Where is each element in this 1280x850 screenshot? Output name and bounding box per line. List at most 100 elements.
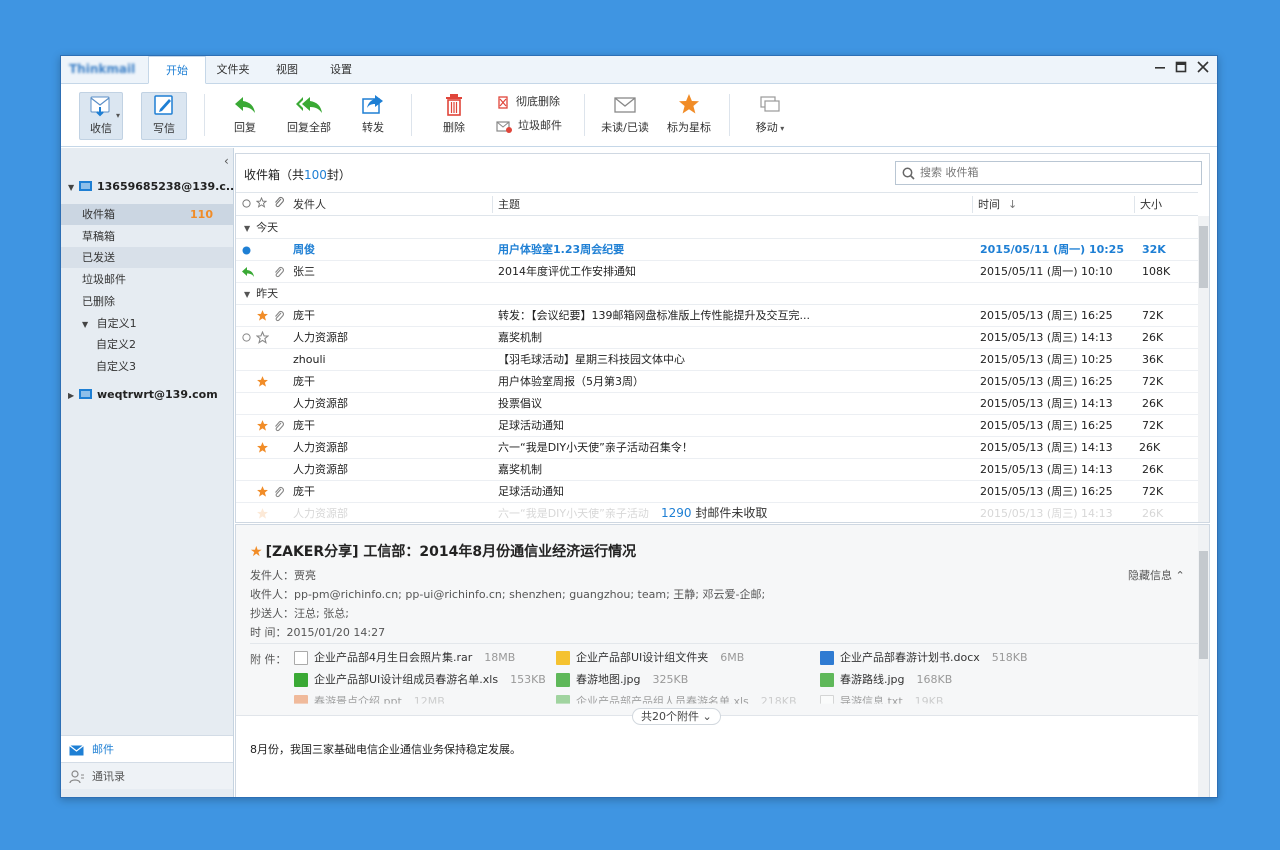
compose-button[interactable]: 写信 xyxy=(141,92,187,140)
mail-icon xyxy=(69,744,84,755)
attachment-item[interactable]: 企业产品部春游计划书.docx 518KB xyxy=(820,650,1028,666)
attachment-item[interactable]: 春游地图.jpg 325KB xyxy=(556,672,688,688)
table-row[interactable]: 张三 2014年度评优工作安排通知 2015/05/11 (周一) 10:10 … xyxy=(236,261,1198,283)
search-input[interactable]: 搜索 收件箱 xyxy=(895,161,1202,185)
col-size[interactable]: 大小 xyxy=(1140,193,1162,216)
sidebar-item-custom2[interactable]: 自定义2 xyxy=(61,334,233,355)
select-all-circle-icon[interactable] xyxy=(242,193,251,216)
col-time[interactable]: 时间 xyxy=(978,193,1000,216)
table-row[interactable]: 庞干 足球活动通知 2015/05/13 (周三) 16:25 72K xyxy=(236,415,1198,437)
attachment-item[interactable]: 导游信息.txt 19KB xyxy=(820,694,944,708)
nav-mail-label: 邮件 xyxy=(92,743,114,756)
star-filled-icon[interactable] xyxy=(256,441,269,454)
select-circle-icon[interactable] xyxy=(242,333,251,342)
table-row[interactable]: 人力资源部 六一“我是DIY小天使”亲子活动召集令！ 2015/05/13 (周… xyxy=(236,437,1198,459)
search-icon xyxy=(902,167,915,180)
sidebar-item-deleted[interactable]: 已删除 xyxy=(61,291,233,312)
table-row[interactable]: zhouli 【羽毛球活动】星期三科技园文体中心 2015/05/13 (周三)… xyxy=(236,349,1198,371)
delete-button[interactable]: 删除 xyxy=(436,92,472,140)
table-row[interactable]: 人力资源部 嘉奖机制 2015/05/13 (周三) 14:13 26K xyxy=(236,459,1198,481)
reply-button[interactable]: 回复 xyxy=(227,92,263,140)
sidebar-item-custom1[interactable]: ▼ 自定义1 xyxy=(61,313,233,334)
attachment-item[interactable]: 春游路线.jpg 168KB xyxy=(820,672,952,688)
table-row[interactable]: 庞干 转发：【会议纪要】139邮箱网盘标准版上传性能提升及交互完... 2015… xyxy=(236,305,1198,327)
table-row[interactable]: 人力资源部 投票倡议 2015/05/13 (周三) 14:13 26K xyxy=(236,393,1198,415)
scrollbar-thumb[interactable] xyxy=(1199,226,1208,288)
star-outline-icon[interactable] xyxy=(256,331,269,344)
star-filled-icon[interactable] xyxy=(256,485,269,498)
mail-window: Thinkmail 开始 文件夹 视图 设置 收信 ▾ 写信 回复 回复全部 转… xyxy=(60,55,1218,798)
star-filled-icon[interactable] xyxy=(256,419,269,432)
col-sender[interactable]: 发件人 xyxy=(293,193,326,216)
minimize-button[interactable] xyxy=(1151,60,1169,78)
reply-all-button[interactable]: 回复全部 xyxy=(283,92,335,140)
attachment-name: 企业产品部UI设计组成员春游名单.xls xyxy=(314,673,499,686)
table-row[interactable]: 庞干 用户体验室周报（5月第3周） 2015/05/13 (周三) 16:25 … xyxy=(236,371,1198,393)
nav-mail[interactable]: 邮件 xyxy=(61,735,233,762)
table-row[interactable]: 庞干 足球活动通知 2015/05/13 (周三) 16:25 72K xyxy=(236,481,1198,503)
unreceived-mail-notice[interactable]: 1290 封邮件未收取 xyxy=(661,504,767,521)
close-button[interactable] xyxy=(1194,60,1212,78)
scrollbar-thumb[interactable] xyxy=(1199,551,1208,659)
account-2[interactable]: ▶ weqtrwrt@139.com xyxy=(68,388,218,401)
spam-button[interactable]: 垃圾邮件 xyxy=(496,118,562,134)
list-title-prefix: 收件箱（共 xyxy=(244,168,305,182)
tab-start[interactable]: 开始 xyxy=(148,56,206,84)
attachment-size: 218KB xyxy=(760,695,797,708)
expand-arrow-icon[interactable]: ▶ xyxy=(68,391,74,400)
flag-star-button[interactable]: 标为星标 xyxy=(665,92,713,140)
sidebar-item-spam[interactable]: 垃圾邮件 xyxy=(61,269,233,290)
move-button[interactable]: 移动 ▾ xyxy=(749,92,791,140)
account-icon xyxy=(79,181,92,191)
attachment-name: 企业产品部UI设计组文件夹 xyxy=(576,651,709,664)
collapse-arrow-icon[interactable]: ▼ xyxy=(244,224,250,233)
excel-icon xyxy=(294,673,308,687)
forward-button[interactable]: 转发 xyxy=(355,92,391,140)
list-scrollbar[interactable] xyxy=(1198,216,1209,522)
group-header-yesterday[interactable]: ▼ 昨天 xyxy=(236,283,1198,305)
collapse-arrow-icon[interactable]: ▼ xyxy=(244,290,250,299)
table-row[interactable]: 人力资源部 嘉奖机制 2015/05/13 (周三) 14:13 26K xyxy=(236,327,1198,349)
expand-arrow-icon[interactable]: ▼ xyxy=(68,183,74,192)
sender: 人力资源部 xyxy=(293,331,348,344)
star-filled-icon[interactable] xyxy=(256,375,269,388)
sidebar-item-inbox[interactable]: 收件箱 110 xyxy=(61,204,233,225)
sort-desc-icon[interactable]: ↓ xyxy=(1008,193,1017,216)
star-filled-icon[interactable] xyxy=(256,309,269,322)
attachment-size: 19KB xyxy=(914,695,944,708)
time: 2015/05/13 (周三) 16:25 xyxy=(980,419,1113,432)
show-all-attachments-button[interactable]: 共20个附件 ⌄ xyxy=(632,708,721,725)
permanent-delete-button[interactable]: 彻底删除 xyxy=(496,94,560,110)
sidebar-item-sent[interactable]: 已发送 xyxy=(61,247,233,268)
table-row[interactable]: 周俊 用户体验室1.23周会纪要 2015/05/11 (周一) 10:25 3… xyxy=(236,239,1198,261)
read-unread-button[interactable]: 未读/已读 xyxy=(600,92,650,140)
column-divider xyxy=(492,196,493,213)
sidebar-item-custom3[interactable]: 自定义3 xyxy=(61,356,233,377)
receive-dropdown-icon[interactable]: ▾ xyxy=(116,111,120,120)
time: 2015/05/11 (周一) 10:25 xyxy=(980,243,1124,256)
tab-view[interactable]: 视图 xyxy=(261,56,313,84)
collapse-sidebar-icon[interactable]: ‹ xyxy=(224,154,229,168)
sidebar-item-drafts[interactable]: 草稿箱 xyxy=(61,226,233,247)
preview-scrollbar[interactable] xyxy=(1198,525,1209,797)
hide-info-toggle[interactable]: 隐藏信息 ⌃ xyxy=(1128,567,1185,583)
attachment-item[interactable]: 企业产品部UI设计组文件夹 6MB xyxy=(556,650,744,666)
expand-arrow-icon[interactable]: ▼ xyxy=(61,320,88,329)
attachment-item[interactable]: 企业产品部4月生日会照片集.rar 18MB xyxy=(294,650,515,666)
star-filled-icon[interactable] xyxy=(256,507,269,520)
attachment-item[interactable]: 企业产品部UI设计组成员春游名单.xls 153KB xyxy=(294,672,546,688)
attachment-item[interactable]: 春游景点介绍.ppt 12MB xyxy=(294,694,445,704)
col-subject[interactable]: 主题 xyxy=(498,193,520,216)
maximize-button[interactable] xyxy=(1172,60,1190,78)
group-header-today[interactable]: ▼ 今天 xyxy=(236,217,1198,239)
star-column-icon[interactable] xyxy=(255,193,268,216)
star-filled-icon[interactable]: ★ xyxy=(250,544,263,560)
account-1[interactable]: ▼ 13659685238@139.c... xyxy=(68,180,238,193)
unread-dot-icon[interactable] xyxy=(242,246,251,255)
receive-button[interactable]: 收信 ▾ xyxy=(79,92,123,140)
tab-folders[interactable]: 文件夹 xyxy=(207,56,259,84)
attachment-column-icon[interactable] xyxy=(273,193,284,216)
tab-settings[interactable]: 设置 xyxy=(315,56,367,84)
subject: 2014年度评优工作安排通知 xyxy=(498,265,636,278)
nav-contacts[interactable]: 通讯录 xyxy=(61,762,233,789)
